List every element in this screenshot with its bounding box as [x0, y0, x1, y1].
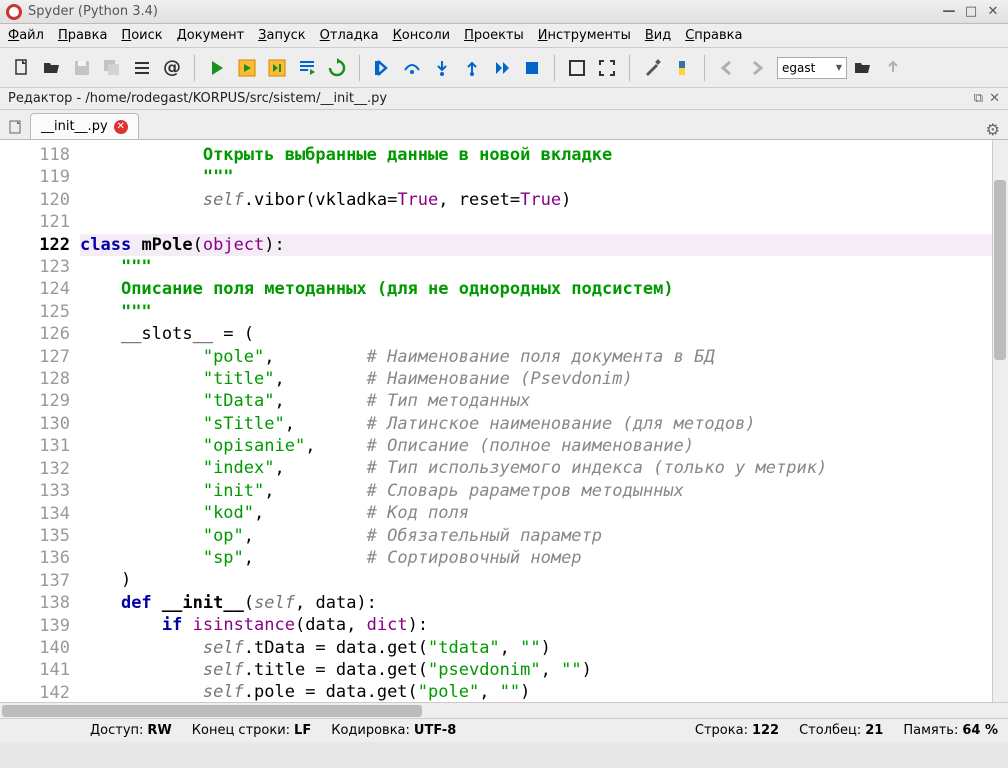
menu-равка[interactable]: Правка [58, 28, 107, 43]
run-cell-button[interactable] [233, 54, 261, 82]
status-col-value: 21 [865, 723, 883, 738]
fullscreen-button[interactable] [593, 54, 621, 82]
minimize-button[interactable]: — [940, 4, 958, 20]
run-button[interactable] [203, 54, 231, 82]
window-title: Spyder (Python 3.4) [28, 4, 940, 19]
editor-path: Редактор - /home/rodegast/KORPUS/src/sis… [8, 91, 387, 106]
close-button[interactable]: ✕ [984, 4, 1002, 20]
run-cell-advance-button[interactable] [263, 54, 291, 82]
menu-онсоли[interactable]: Консоли [393, 28, 451, 43]
toolbar: @ egast▼ [0, 48, 1008, 88]
maximize-pane-button[interactable] [563, 54, 591, 82]
titlebar: Spyder (Python 3.4) — □ ✕ [0, 0, 1008, 24]
status-line-label: Строка: [695, 723, 748, 738]
scrollbar-thumb[interactable] [2, 705, 422, 717]
status-col-label: Столбец: [799, 723, 861, 738]
menu-окумент[interactable]: Документ [177, 28, 245, 43]
pane-restore-icon[interactable]: ⧉ [974, 91, 983, 106]
save-button[interactable] [68, 54, 96, 82]
preferences-button[interactable] [638, 54, 666, 82]
status-encoding-label: Кодировка: [331, 723, 410, 738]
status-mem-value: 64 % [962, 723, 998, 738]
tab-init-py[interactable]: __init__.py ✕ [30, 113, 139, 139]
tab-label: __init__.py [41, 119, 108, 134]
tabs-gear-icon[interactable]: ⚙ [986, 120, 1000, 139]
menu-тладка[interactable]: Отладка [320, 28, 379, 43]
parent-dir-button[interactable] [879, 54, 907, 82]
python-path-button[interactable] [668, 54, 696, 82]
code-editor[interactable]: 1181191201211221231241251261271281291301… [0, 140, 1008, 702]
stop-button[interactable] [518, 54, 546, 82]
save-all-button[interactable] [98, 54, 126, 82]
file-list-button[interactable] [4, 115, 28, 139]
menu-правка[interactable]: Справка [685, 28, 742, 43]
menu-нструменты[interactable]: Инструменты [538, 28, 631, 43]
step-out-button[interactable] [458, 54, 486, 82]
status-access-value: RW [147, 723, 171, 738]
status-eol-value: LF [294, 723, 311, 738]
pane-close-icon[interactable]: ✕ [989, 91, 1000, 106]
menubar: Файл Правка Поиск Документ Запуск Отладка Конс… [0, 24, 1008, 48]
maximize-button[interactable]: □ [962, 4, 980, 20]
menu-роекты[interactable]: Проекты [464, 28, 524, 43]
rerun-button[interactable] [323, 54, 351, 82]
status-encoding-value: UTF-8 [414, 723, 456, 738]
vertical-scrollbar[interactable] [992, 140, 1008, 702]
line-number-gutter: 1181191201211221231241251261271281291301… [0, 140, 76, 702]
working-dir-combo[interactable]: egast▼ [777, 57, 847, 79]
new-file-button[interactable] [8, 54, 36, 82]
statusbar: Доступ: RW Конец строки: LF Кодировка: U… [0, 718, 1008, 742]
menu-апуск[interactable]: Запуск [258, 28, 306, 43]
status-mem-label: Память: [903, 723, 958, 738]
status-line-value: 122 [752, 723, 779, 738]
tabs-row: __init__.py ✕ ⚙ [0, 110, 1008, 140]
step-into-button[interactable] [428, 54, 456, 82]
code-area[interactable]: Открыть выбранные данные в новой вкладке… [76, 140, 1008, 702]
debug-button[interactable] [368, 54, 396, 82]
at-icon[interactable]: @ [158, 54, 186, 82]
horizontal-scrollbar[interactable] [0, 702, 1008, 718]
forward-button[interactable] [743, 54, 771, 82]
step-over-button[interactable] [398, 54, 426, 82]
open-file-button[interactable] [38, 54, 66, 82]
editor-breadcrumb: Редактор - /home/rodegast/KORPUS/src/sis… [0, 88, 1008, 110]
spyder-icon [6, 4, 22, 20]
menu-айл[interactable]: Файл [8, 28, 44, 43]
back-button[interactable] [713, 54, 741, 82]
browse-dir-button[interactable] [849, 54, 877, 82]
status-eol-label: Конец строки: [192, 723, 290, 738]
menu-ид[interactable]: Вид [645, 28, 671, 43]
list-icon[interactable] [128, 54, 156, 82]
run-selection-button[interactable] [293, 54, 321, 82]
menu-оиск[interactable]: Поиск [121, 28, 162, 43]
scrollbar-thumb[interactable] [994, 180, 1006, 360]
close-tab-icon[interactable]: ✕ [114, 120, 128, 134]
status-access-label: Доступ: [90, 723, 143, 738]
continue-button[interactable] [488, 54, 516, 82]
